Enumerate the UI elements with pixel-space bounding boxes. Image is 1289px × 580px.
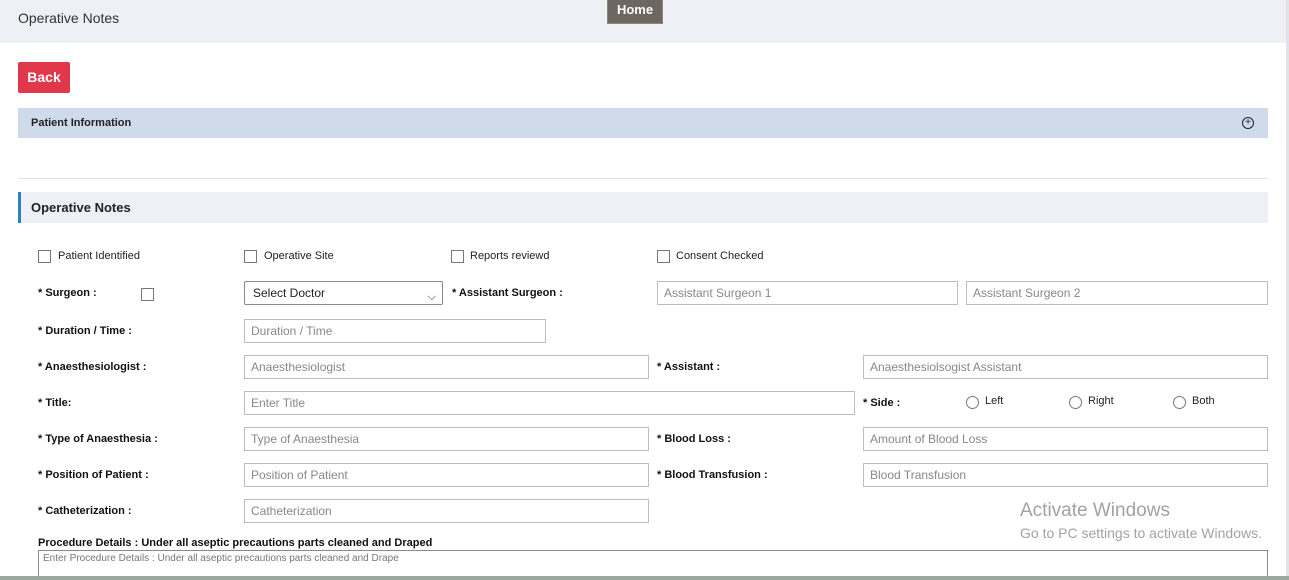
operative-site-checkbox[interactable] [244,250,257,263]
assistant-input[interactable]: Anaesthesiolsogist Assistant [863,355,1268,379]
side-label: * Side : [863,397,901,409]
patient-information-title: Patient Information [31,117,132,129]
side-right-label: Right [1088,395,1114,407]
catheterization-input[interactable]: Catheterization [244,499,649,523]
surgeon-select-value: Select Doctor [253,286,326,300]
position-of-patient-label: * Position of Patient : [38,469,149,481]
blood-transfusion-label: * Blood Transfusion : [657,469,768,481]
reports-reviewed-checkbox[interactable] [451,250,464,263]
side-left-radio[interactable] [966,396,979,409]
anaesthesiologist-label: * Anaesthesiologist : [38,361,147,373]
assistant-surgeon-1-input[interactable]: Assistant Surgeon 1 [657,281,958,305]
anaesthesiologist-input[interactable]: Anaesthesiologist [244,355,649,379]
assistant-surgeon-label: * Assistant Surgeon : [452,287,563,299]
duration-label: * Duration / Time : [38,325,132,337]
title-input[interactable]: Enter Title [244,391,855,415]
procedure-details-label: Procedure Details : Under all aseptic pr… [38,537,433,549]
side-left-label: Left [985,395,1004,407]
side-both-label: Both [1192,395,1215,407]
patient-identified-label: Patient Identified [58,250,140,262]
side-right-radio[interactable] [1069,396,1082,409]
surgeon-checkbox[interactable] [141,288,154,301]
blood-loss-input[interactable]: Amount of Blood Loss [863,427,1268,451]
back-button[interactable]: Back [18,62,70,93]
operative-notes-section-header [18,192,1268,223]
title-label: * Title: [38,397,72,409]
blood-loss-label: * Blood Loss : [657,433,731,445]
surgeon-label: * Surgeon : [38,287,97,299]
patient-identified-checkbox[interactable] [38,250,51,263]
type-of-anaesthesia-input[interactable]: Type of Anaesthesia [244,427,649,451]
operative-site-label: Operative Site [264,250,334,262]
home-button[interactable]: Home [607,0,663,24]
section-title: Operative Notes [31,200,131,215]
type-of-anaesthesia-label: * Type of Anaesthesia : [38,433,158,445]
page-title: Operative Notes [18,10,120,26]
surgeon-select[interactable]: Select Doctor ⌵ [244,281,443,305]
duration-input[interactable]: Duration / Time [244,319,546,343]
catheterization-label: * Catheterization : [38,505,132,517]
taskbar [0,576,1289,580]
divider [18,178,1268,179]
consent-checked-checkbox[interactable] [657,250,670,263]
activate-windows-title: Activate Windows [1020,500,1170,521]
blood-transfusion-input[interactable]: Blood Transfusion [863,463,1268,487]
activate-windows-subtitle: Go to PC settings to activate Windows. [1020,525,1262,541]
position-of-patient-input[interactable]: Position of Patient [244,463,649,487]
reports-reviewed-label: Reports reviewd [470,250,550,262]
patient-information-panel[interactable] [18,108,1268,138]
side-both-radio[interactable] [1173,396,1186,409]
assistant-label: * Assistant : [657,361,721,373]
plus-circle-icon[interactable]: + [1242,117,1254,129]
chevron-down-icon: ⌵ [427,291,436,303]
consent-checked-label: Consent Checked [676,250,764,262]
assistant-surgeon-2-input[interactable]: Assistant Surgeon 2 [966,281,1268,305]
